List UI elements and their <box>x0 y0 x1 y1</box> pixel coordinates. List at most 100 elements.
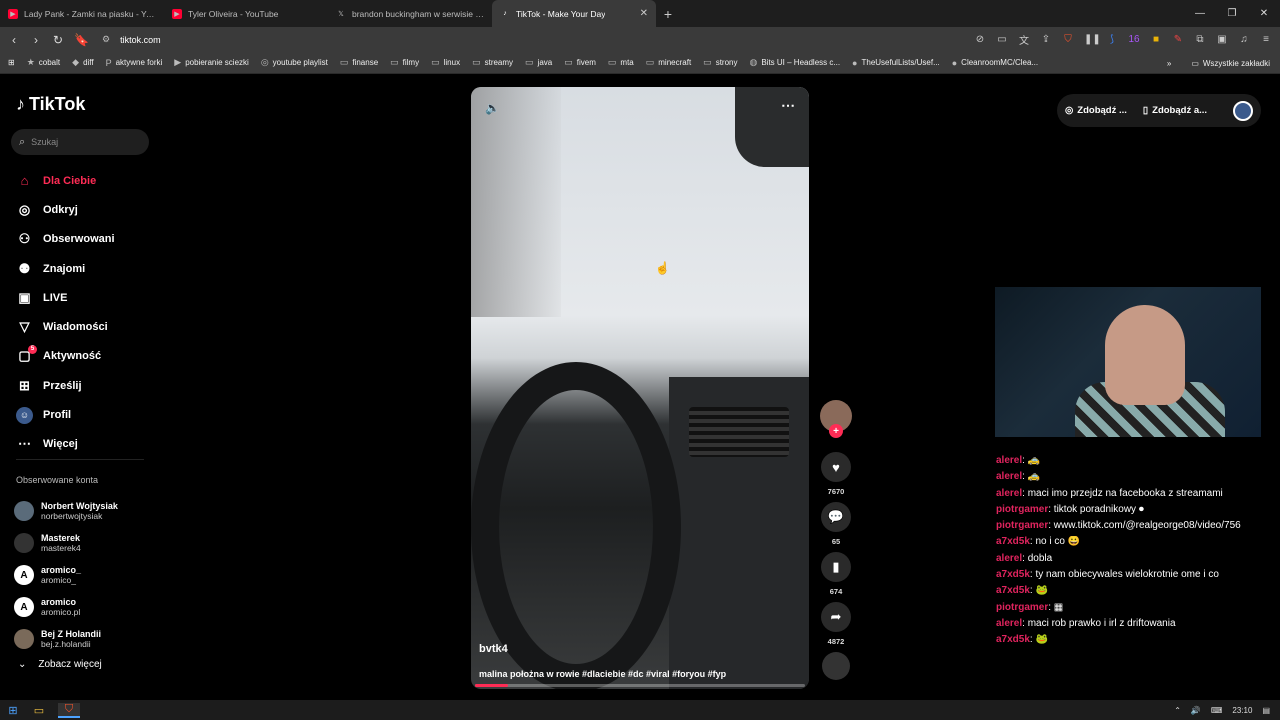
apps-icon[interactable]: ⊞ <box>8 58 15 67</box>
pause-icon[interactable]: ❚❚ <box>1084 34 1101 45</box>
extension-badge-icon[interactable]: 16 <box>1128 34 1140 45</box>
followed-account[interactable]: Aaromico_ aromico_ <box>14 559 118 591</box>
close-tab-icon[interactable]: ✕ <box>640 8 648 19</box>
see-more-button[interactable]: ⌄ Zobacz więcej <box>18 659 102 670</box>
like-button[interactable]: ♥ <box>821 452 851 482</box>
account-handle: aromico.pl <box>41 607 81 617</box>
tiktok-logo[interactable]: ♪ TikTok <box>16 94 85 115</box>
get-coins-button[interactable]: ◎ Zdobądź ... <box>1065 105 1127 116</box>
bookmark-item[interactable]: ▶ pobieranie sciezki <box>174 57 249 68</box>
bookmark-folder[interactable]: ▭ streamy <box>472 57 513 68</box>
extension-icon[interactable]: ⟆ <box>1106 34 1118 45</box>
extension-icon[interactable]: ⊘ <box>974 34 986 45</box>
tab-title: TikTok - Make Your Day <box>516 8 606 19</box>
url-field[interactable]: ⚙ tiktok.com <box>102 34 161 45</box>
save-button[interactable]: ▮ <box>821 552 851 582</box>
file-explorer-icon[interactable]: ▭ <box>32 704 46 717</box>
translate-icon[interactable]: 文 <box>1018 32 1030 47</box>
bookmark-folder[interactable]: ▭ mta <box>608 57 634 68</box>
forward-icon[interactable]: › <box>30 33 42 47</box>
bookmark-item[interactable]: ● TheUsefulLists/Usef... <box>852 58 940 68</box>
video-progress-bar[interactable] <box>475 684 805 687</box>
music-disc-icon[interactable] <box>822 652 850 680</box>
tab-x-brandon[interactable]: 𝕏 brandon buckingham w serwisie X: , <box>328 0 492 27</box>
tray-chevron-icon[interactable]: ⌃ <box>1174 706 1181 715</box>
brave-browser-icon[interactable]: ⛉ <box>58 702 80 718</box>
extension-icon[interactable]: ✎ <box>1172 34 1184 45</box>
tab-tyler-oliveira[interactable]: ▶ Tyler Oliveira - YouTube <box>164 0 328 27</box>
media-icon[interactable]: ♫ <box>1238 34 1250 45</box>
shield-icon[interactable]: ⛉ <box>1062 34 1074 45</box>
notifications-icon[interactable]: ▤ <box>1262 706 1270 715</box>
sidebar-item-wiecej[interactable]: ⋯ Więcej <box>16 430 115 459</box>
tab-title: Lady Pank - Zamki na piasku - YouTube <box>24 8 156 19</box>
search-input[interactable]: ⌕ Szukaj <box>11 129 149 155</box>
tab-tiktok[interactable]: ♪ TikTok - Make Your Day ✕ <box>492 0 656 27</box>
share-icon[interactable]: ⇪ <box>1040 34 1052 45</box>
sidebar-item-obserwowani[interactable]: ⚇ Obserwowani <box>16 225 115 254</box>
close-window-icon[interactable]: ✕ <box>1248 0 1280 27</box>
bookmark-item[interactable]: Paktywne forki <box>106 58 163 68</box>
extension-icon[interactable]: ■ <box>1150 34 1162 45</box>
author-avatar[interactable]: + <box>820 400 852 438</box>
sidebar-item-profil[interactable]: ☺ Profil <box>16 400 115 429</box>
all-bookmarks[interactable]: » ▭ Wszystkie zakładki <box>1167 52 1270 74</box>
video-player[interactable]: 🔈 ⋯ ☝ bvtk4 malina położna w rowie #dlac… <box>471 87 809 689</box>
hand-cursor-icon: ☝ <box>655 261 670 275</box>
bookmark-folder[interactable]: ▭ minecraft <box>646 57 691 68</box>
folder-icon: ▭ <box>525 57 534 67</box>
back-icon[interactable]: ‹ <box>8 33 20 47</box>
more-options-icon[interactable]: ⋯ <box>781 97 795 114</box>
sidebar-item-przeslij[interactable]: ⊞ Prześlij <box>16 371 115 400</box>
volume-icon[interactable]: 🔈 <box>485 101 500 115</box>
cast-icon[interactable]: ▭ <box>996 34 1008 45</box>
clock[interactable]: 23:10 <box>1232 706 1252 715</box>
sidebar-item-wiadomosci[interactable]: ▽ Wiadomości <box>16 312 115 341</box>
share-button[interactable]: ➦ <box>821 602 851 632</box>
reload-icon[interactable]: ↻ <box>52 33 64 47</box>
windows-start-icon[interactable]: ⊞ <box>6 704 20 717</box>
bookmark-folder[interactable]: ▭ finanse <box>340 57 378 68</box>
language-icon[interactable]: ⌨ <box>1211 706 1223 715</box>
followed-account[interactable]: Masterek masterek4 <box>14 527 118 559</box>
sidebar-item-znajomi[interactable]: ⚉ Znajomi <box>16 254 115 283</box>
video-author[interactable]: bvtk4 <box>479 643 508 655</box>
bookmark-folder[interactable]: ▭ strony <box>703 57 737 68</box>
sidebar-icon[interactable]: ▣ <box>1216 34 1228 45</box>
followed-account[interactable]: Norbert Wojtysiak norbertwojtysiak <box>14 495 118 527</box>
bookmark-item[interactable]: ★ cobalt <box>27 57 60 68</box>
bookmark-icon[interactable]: 🔖 <box>74 33 89 47</box>
menu-icon[interactable]: ≡ <box>1260 34 1272 45</box>
bookmark-item[interactable]: ◍ Bits UI – Headless c... <box>749 57 840 68</box>
chat-username: piotrgamer <box>996 520 1049 532</box>
comment-button[interactable]: 💬 <box>821 502 851 532</box>
speaker-icon[interactable]: 🔊 <box>1191 706 1201 715</box>
sidebar-item-dla-ciebie[interactable]: ⌂ Dla Ciebie <box>16 166 115 195</box>
bookmark-folder[interactable]: ▭ filmy <box>390 57 419 68</box>
restore-icon[interactable]: ❐ <box>1216 0 1248 27</box>
get-app-button[interactable]: ▯ Zdobądź a... <box>1143 105 1207 116</box>
follow-plus-icon[interactable]: + <box>829 424 843 438</box>
tab-lady-pank[interactable]: ▶ Lady Pank - Zamki na piasku - YouTube <box>0 0 164 27</box>
sidebar-item-odkryj[interactable]: ◎ Odkryj <box>16 195 115 224</box>
user-avatar[interactable] <box>1233 100 1253 121</box>
chevron-right-icon[interactable]: » <box>1167 59 1171 68</box>
bookmark-item[interactable]: ● CleanroomMC/Clea... <box>952 58 1038 68</box>
sidebar-item-aktywnosc[interactable]: ▢ 5 Aktywność <box>16 342 115 371</box>
new-tab-button[interactable]: + <box>656 6 680 22</box>
chat-text: : tiktok poradnikowy ⏺ <box>1048 503 1144 515</box>
bookmark-folder[interactable]: ▭ java <box>525 57 552 68</box>
followed-account[interactable]: Aaromico aromico.pl <box>14 591 118 623</box>
bookmark-item[interactable]: ◎ youtube playlist <box>261 57 328 68</box>
bookmark-folder[interactable]: ▭ linux <box>431 57 460 68</box>
phone-icon: ▯ <box>1142 105 1149 116</box>
puzzle-icon[interactable]: ⧉ <box>1194 34 1206 45</box>
folder-icon: ▭ <box>645 57 655 67</box>
bookmark-item[interactable]: ◆ diff <box>72 57 93 68</box>
followed-accounts-list: Norbert Wojtysiak norbertwojtysiak Master… <box>14 495 118 655</box>
bookmark-folder[interactable]: ▭ fivem <box>564 57 596 68</box>
sidebar-item-live[interactable]: ▣ LIVE <box>16 283 115 312</box>
minimize-icon[interactable]: — <box>1184 0 1216 27</box>
site-info-icon[interactable]: ⚙ <box>102 34 110 45</box>
followed-account[interactable]: Bej Z Holandii bej.z.holandii <box>14 623 118 655</box>
